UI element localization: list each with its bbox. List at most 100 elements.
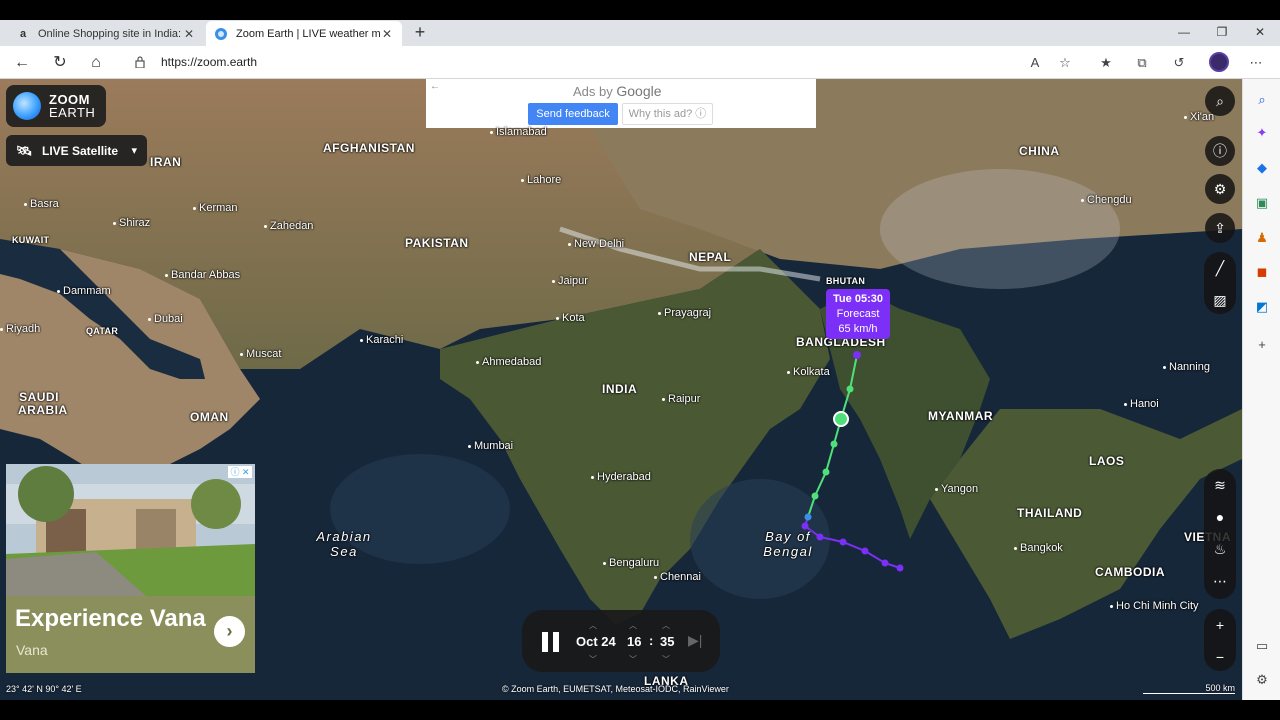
zoom-controls: + − bbox=[1204, 609, 1236, 671]
sidebar-layout-icon[interactable]: ▭ bbox=[1253, 637, 1271, 655]
wind-icon[interactable]: ≋ bbox=[1204, 469, 1236, 501]
edge-sidebar: ⌕ ✦ ◆ ▣ ♟ ◼ ◩ + ▭ ⚙ bbox=[1242, 79, 1280, 700]
maximize-button[interactable]: ❐ bbox=[1204, 22, 1240, 42]
close-tab-icon[interactable]: ✕ bbox=[182, 27, 196, 41]
precipitation-drop-icon[interactable]: ● bbox=[1204, 501, 1236, 533]
zoom-in-icon[interactable]: + bbox=[1204, 609, 1236, 641]
track-point[interactable] bbox=[822, 468, 830, 476]
skip-to-end-icon[interactable]: ▶| bbox=[688, 632, 702, 649]
bottom-black-bar bbox=[0, 700, 1280, 720]
search-icon[interactable]: ⌕ bbox=[1205, 86, 1235, 116]
minute-down-arrow[interactable]: ﹀ bbox=[662, 654, 670, 665]
date-up-arrow[interactable]: ︿ bbox=[589, 620, 597, 631]
google-ad-banner: ← Ads by Google Send feedback Why this a… bbox=[426, 79, 816, 128]
city-label: Kerman bbox=[193, 202, 238, 214]
tools-icon[interactable]: ▣ bbox=[1253, 194, 1271, 212]
forecast-tooltip[interactable]: Tue 05:30 Forecast 65 km/h bbox=[826, 289, 890, 339]
shopping-tag-icon[interactable]: ◆ bbox=[1253, 159, 1271, 177]
satellite-map[interactable]: ZOOM EARTH 🛰 LIVE Satellite ▾ ← Ads by G… bbox=[0, 79, 1242, 700]
track-point[interactable] bbox=[896, 564, 904, 572]
games-icon[interactable]: ♟ bbox=[1253, 229, 1271, 247]
new-tab-button[interactable]: + bbox=[410, 22, 430, 42]
measure-area-icon[interactable]: ▨ bbox=[1204, 284, 1236, 316]
city-label: Shiraz bbox=[113, 217, 150, 229]
pause-icon[interactable] bbox=[542, 632, 560, 652]
track-point[interactable] bbox=[804, 513, 812, 521]
city-label: Prayagraj bbox=[658, 307, 711, 319]
favorites-icon[interactable]: ★ bbox=[1097, 54, 1115, 72]
measure-tools: ╱ ▨ bbox=[1204, 252, 1236, 314]
back-arrow-icon[interactable]: ← bbox=[430, 81, 440, 92]
add-favorite-icon[interactable]: ☆ bbox=[1056, 54, 1074, 72]
fire-icon[interactable]: ♨ bbox=[1204, 533, 1236, 565]
tab-amazon[interactable]: a Online Shopping site in India: Sh ✕ bbox=[8, 21, 204, 46]
track-point[interactable] bbox=[861, 547, 869, 555]
office-icon[interactable]: ◼ bbox=[1253, 263, 1271, 281]
track-point[interactable] bbox=[830, 440, 838, 448]
city-label: Karachi bbox=[360, 334, 403, 346]
home-button[interactable]: ⌂ bbox=[85, 52, 107, 74]
top-black-bar bbox=[0, 0, 1280, 20]
city-label: Kota bbox=[556, 312, 585, 324]
ad-choices-icon[interactable]: ⓘ ✕ bbox=[228, 466, 252, 478]
hour-down-arrow[interactable]: ﹀ bbox=[629, 654, 637, 665]
city-label: Ahmedabad bbox=[476, 356, 541, 368]
layer-selector[interactable]: 🛰 LIVE Satellite ▾ bbox=[6, 135, 147, 166]
player-hour: 16 bbox=[627, 634, 642, 649]
country-label: PAKISTAN bbox=[405, 236, 469, 250]
address-field[interactable]: https://zoom.earth bbox=[122, 50, 1082, 75]
city-label: Raipur bbox=[662, 393, 700, 405]
track-point[interactable] bbox=[816, 533, 824, 541]
collections-icon[interactable]: ⧉ bbox=[1133, 54, 1151, 72]
back-button[interactable]: ← bbox=[11, 52, 33, 74]
measure-line-icon[interactable]: ╱ bbox=[1204, 252, 1236, 284]
forecast-speed: 65 km/h bbox=[838, 323, 878, 335]
storm-current-position[interactable] bbox=[833, 411, 849, 427]
country-label: BHUTAN bbox=[826, 276, 866, 286]
more-layers-icon[interactable]: ⋯ bbox=[1204, 565, 1236, 597]
refresh-button[interactable]: ↻ bbox=[49, 52, 71, 74]
zoom-earth-logo[interactable]: ZOOM EARTH bbox=[6, 85, 106, 127]
track-point-forecast[interactable] bbox=[853, 351, 861, 359]
more-menu-icon[interactable]: ⋯ bbox=[1247, 54, 1265, 72]
country-label: THAILAND bbox=[1017, 506, 1083, 520]
country-label: AFGHANISTAN bbox=[323, 141, 415, 155]
chevron-right-icon[interactable]: › bbox=[214, 616, 245, 647]
outlook-icon[interactable]: ◩ bbox=[1253, 298, 1271, 316]
sync-icon[interactable]: ↺ bbox=[1170, 54, 1188, 72]
profile-avatar[interactable] bbox=[1209, 52, 1229, 72]
sidebar-settings-icon[interactable]: ⚙ bbox=[1253, 671, 1271, 689]
copilot-icon[interactable]: ✦ bbox=[1253, 124, 1271, 142]
close-tab-icon[interactable]: ✕ bbox=[380, 27, 394, 41]
track-point[interactable] bbox=[811, 492, 819, 500]
date-down-arrow[interactable]: ﹀ bbox=[589, 654, 597, 665]
minimize-button[interactable]: — bbox=[1166, 22, 1202, 42]
minute-up-arrow[interactable]: ︿ bbox=[662, 620, 670, 631]
zoom-out-icon[interactable]: − bbox=[1204, 641, 1236, 673]
add-sidebar-app-icon[interactable]: + bbox=[1253, 336, 1271, 354]
address-bar-row: ← ↻ ⌂ https://zoom.earth A ☆ ★ ⧉ ↺ ⋯ bbox=[0, 46, 1280, 79]
hour-up-arrow[interactable]: ︿ bbox=[629, 620, 637, 631]
track-point[interactable] bbox=[846, 385, 854, 393]
country-label: MYANMAR bbox=[928, 409, 994, 423]
settings-gear-icon[interactable]: ⚙ bbox=[1205, 174, 1235, 204]
scale-bar: 500 km bbox=[1143, 683, 1235, 694]
info-icon[interactable]: ⓘ bbox=[1205, 136, 1235, 166]
tab-zoom-earth[interactable]: Zoom Earth | LIVE weather map ✕ bbox=[206, 21, 402, 46]
forecast-label: Forecast bbox=[836, 308, 880, 320]
search-icon[interactable]: ⌕ bbox=[1253, 91, 1271, 109]
read-aloud-icon[interactable]: A bbox=[1026, 54, 1044, 72]
city-label: Mumbai bbox=[468, 440, 513, 452]
country-label: LAOS bbox=[1089, 454, 1125, 468]
city-label: Hyderabad bbox=[591, 471, 651, 483]
track-point[interactable] bbox=[839, 538, 847, 546]
country-label: IRAN bbox=[150, 155, 182, 169]
track-point[interactable] bbox=[881, 559, 889, 567]
side-advertisement[interactable]: ⓘ ✕ Experience Vana Vana › bbox=[6, 464, 255, 673]
why-this-ad-button[interactable]: Why this ad? ⓘ bbox=[622, 103, 713, 125]
close-window-button[interactable]: ✕ bbox=[1242, 22, 1278, 42]
zoom-earth-icon bbox=[214, 27, 228, 41]
share-icon[interactable]: ⇪ bbox=[1205, 213, 1235, 243]
sea-label: Arabian Sea bbox=[316, 529, 372, 559]
send-feedback-button[interactable]: Send feedback bbox=[528, 103, 618, 125]
